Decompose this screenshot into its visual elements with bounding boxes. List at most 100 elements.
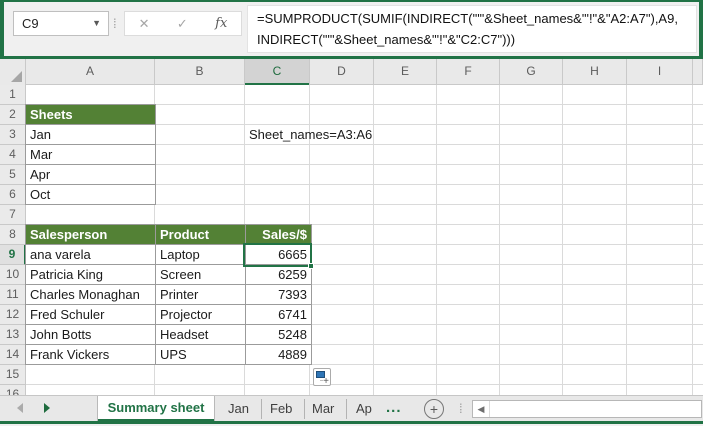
- enter-icon[interactable]: ✓: [177, 16, 188, 32]
- separator-dots-icon: ⁞: [459, 401, 463, 416]
- horizontal-scrollbar[interactable]: ◀: [472, 400, 702, 418]
- fill-handle[interactable]: [308, 263, 314, 269]
- row-header-16[interactable]: 16: [0, 385, 26, 395]
- tab-mar[interactable]: Mar: [300, 399, 348, 419]
- cell-salesperson[interactable]: John Botts: [26, 325, 156, 345]
- window-right-border: [699, 0, 703, 56]
- gridline: [499, 85, 500, 395]
- column-header-H[interactable]: H: [563, 59, 627, 85]
- column-header-G[interactable]: G: [500, 59, 563, 85]
- table-row: Frank Vickers UPS 4889: [26, 345, 312, 365]
- gridline: [373, 85, 374, 395]
- column-header-A[interactable]: A: [26, 59, 155, 85]
- tab-scroll-right-icon[interactable]: [44, 403, 50, 413]
- column-header-F[interactable]: F: [437, 59, 500, 85]
- formula-line-1: =SUMPRODUCT(SUMIF(INDIRECT("'"&Sheet_nam…: [257, 11, 678, 26]
- table-row: Fred Schuler Projector 6741: [26, 305, 312, 325]
- window-left-border: [0, 0, 4, 56]
- window-top-border: [0, 0, 703, 2]
- insert-function-icon[interactable]: fx: [215, 16, 227, 31]
- row-header-4[interactable]: 4: [0, 145, 26, 165]
- row-header-14[interactable]: 14: [0, 345, 26, 365]
- cell-product[interactable]: UPS: [156, 345, 246, 365]
- new-sheet-button[interactable]: +: [424, 399, 444, 419]
- tab-summary-sheet[interactable]: Summary sheet: [97, 396, 215, 422]
- excel-window: C9 ▼ ⁞ ✕ ✓ fx =SUMPRODUCT(SUMIF(INDIRECT…: [0, 0, 703, 426]
- header-cell-product[interactable]: Product: [156, 225, 246, 245]
- row-header-11[interactable]: 11: [0, 285, 26, 305]
- column-header-C[interactable]: C: [245, 59, 310, 85]
- tab-jan[interactable]: Jan: [216, 399, 262, 419]
- select-all-corner[interactable]: [0, 59, 26, 85]
- column-header-E[interactable]: E: [374, 59, 437, 85]
- row-header-9[interactable]: 9: [0, 245, 26, 265]
- row-header-7[interactable]: 7: [0, 205, 26, 225]
- tab-feb[interactable]: Feb: [258, 399, 306, 419]
- cell-salesperson[interactable]: Patricia King: [26, 265, 156, 285]
- cell-salesperson[interactable]: ana varela: [26, 245, 156, 265]
- gridline: [436, 85, 437, 395]
- cell-salesperson[interactable]: Frank Vickers: [26, 345, 156, 365]
- separator-dots-icon: ⁞: [113, 16, 117, 31]
- cell-salesperson[interactable]: Charles Monaghan: [26, 285, 156, 305]
- cell-sales[interactable]: 4889: [246, 345, 312, 365]
- column-header-B[interactable]: B: [155, 59, 245, 85]
- cell-product[interactable]: Projector: [156, 305, 246, 325]
- named-range-annotation[interactable]: Sheet_names=A3:A6: [249, 125, 372, 145]
- column-header-partial[interactable]: [693, 59, 703, 85]
- cell-product[interactable]: Printer: [156, 285, 246, 305]
- tab-overflow-indicator[interactable]: ...: [386, 399, 402, 419]
- sheets-list-item[interactable]: Mar: [26, 145, 156, 165]
- row-header-5[interactable]: 5: [0, 165, 26, 185]
- gridline: [562, 85, 563, 395]
- row-header-15[interactable]: 15: [0, 365, 26, 385]
- column-header-D[interactable]: D: [310, 59, 374, 85]
- name-box-value: C9: [22, 16, 39, 31]
- gridline: [692, 85, 693, 395]
- cell-sales[interactable]: 7393: [246, 285, 312, 305]
- auto-fill-plus-icon: +: [323, 376, 329, 387]
- cell-product[interactable]: Headset: [156, 325, 246, 345]
- column-header-band: A B C D E F G H I: [0, 59, 703, 85]
- row-header-6[interactable]: 6: [0, 185, 26, 205]
- cancel-icon[interactable]: ✕: [139, 16, 150, 32]
- auto-fill-options-button[interactable]: +: [313, 368, 331, 387]
- header-cell-sales[interactable]: Sales/$: [246, 225, 312, 245]
- row-header-1[interactable]: 1: [0, 85, 26, 105]
- sheets-list-item[interactable]: Jan: [26, 125, 156, 145]
- scroll-left-arrow-icon[interactable]: ◀: [473, 401, 490, 417]
- spreadsheet-grid[interactable]: 1 2 3 4 5 6 7 8 9 10 11 12 13 14 15 16 S…: [0, 85, 703, 395]
- row-header-13[interactable]: 13: [0, 325, 26, 345]
- formula-buttons: ✕ ✓ fx: [124, 11, 242, 36]
- name-box-dropdown-icon[interactable]: ▼: [92, 12, 101, 35]
- header-cell-salesperson[interactable]: Salesperson: [26, 225, 156, 245]
- cell-sales[interactable]: 6741: [246, 305, 312, 325]
- active-cell-selection[interactable]: [243, 243, 314, 269]
- row-header-2[interactable]: 2: [0, 105, 26, 125]
- cell-sales[interactable]: 5248: [246, 325, 312, 345]
- name-box[interactable]: C9 ▼: [13, 11, 109, 36]
- sheets-list-table: Sheets Jan Mar Apr Oct: [25, 104, 156, 205]
- table-row: Patricia King Screen 6259: [26, 265, 312, 285]
- sheets-list-item[interactable]: Apr: [26, 165, 156, 185]
- tab-scroll-left-icon[interactable]: [17, 403, 23, 413]
- cell-product[interactable]: Laptop: [156, 245, 246, 265]
- sheets-list-item[interactable]: Oct: [26, 185, 156, 205]
- row-header-12[interactable]: 12: [0, 305, 26, 325]
- tab-apr-truncated[interactable]: Ap: [344, 399, 384, 419]
- column-header-I[interactable]: I: [627, 59, 693, 85]
- row-header-8[interactable]: 8: [0, 225, 26, 245]
- cell-product[interactable]: Screen: [156, 265, 246, 285]
- row-header-3[interactable]: 3: [0, 125, 26, 145]
- sales-table-header-row: Salesperson Product Sales/$: [26, 225, 312, 245]
- cell-sales[interactable]: 6259: [246, 265, 312, 285]
- formula-input[interactable]: =SUMPRODUCT(SUMIF(INDIRECT("'"&Sheet_nam…: [247, 5, 697, 53]
- sheet-tab-bar: Summary sheet Jan Feb Mar Ap ... + ⁞ ◀: [0, 395, 703, 422]
- cell-salesperson[interactable]: Fred Schuler: [26, 305, 156, 325]
- gridline: [626, 85, 627, 395]
- formula-line-2: INDIRECT("'"&Sheet_names&"'!"&"C2:C7"))): [257, 32, 516, 47]
- table-row: John Botts Headset 5248: [26, 325, 312, 345]
- row-header-10[interactable]: 10: [0, 265, 26, 285]
- sheets-list-header-cell[interactable]: Sheets: [26, 105, 156, 125]
- corner-triangle-icon: [11, 71, 22, 82]
